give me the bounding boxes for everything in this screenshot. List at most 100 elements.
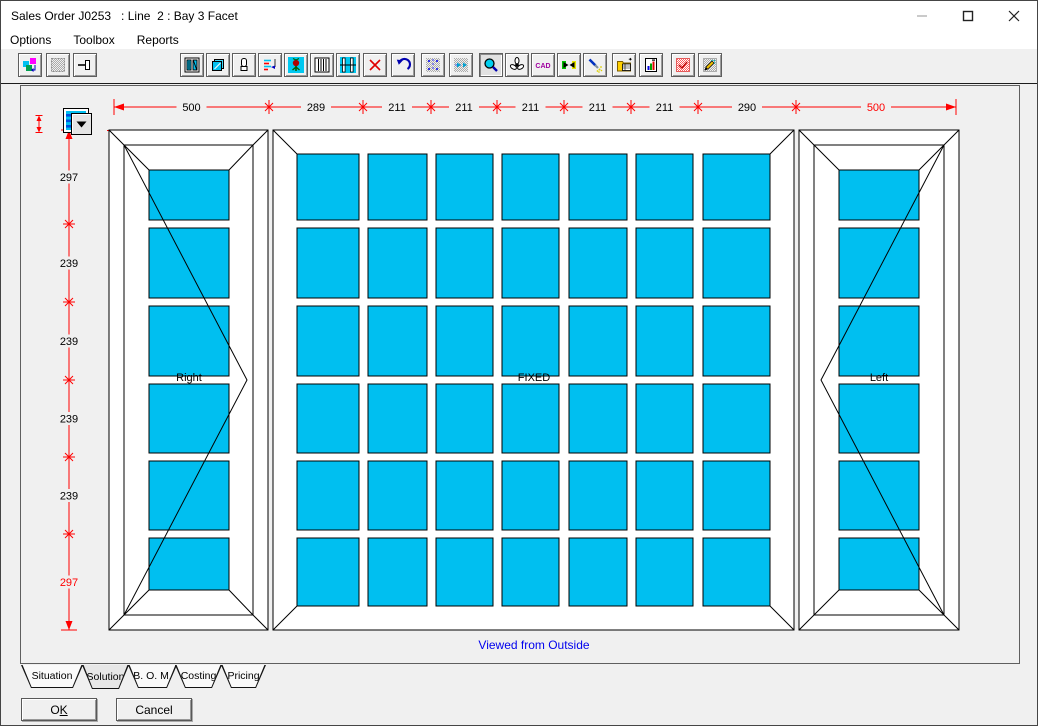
top-dimension-value[interactable]: 290 xyxy=(738,102,756,114)
glass-pane[interactable] xyxy=(297,461,359,530)
tab-bom[interactable]: B. O. M. xyxy=(128,665,177,688)
zoom-button[interactable] xyxy=(479,53,503,77)
glass-pane[interactable] xyxy=(839,306,919,376)
top-dimension-value[interactable]: 289 xyxy=(307,102,325,114)
top-dimension-value[interactable]: 211 xyxy=(388,102,406,114)
minimize-button[interactable] xyxy=(899,1,945,31)
ok-button[interactable]: OK xyxy=(21,698,97,721)
menu-reports[interactable]: Reports xyxy=(126,31,190,49)
glass-pane[interactable] xyxy=(636,384,693,453)
undo-button[interactable] xyxy=(391,53,415,77)
left-dimension-value[interactable]: 239 xyxy=(60,258,78,270)
left-dimension-value[interactable]: 239 xyxy=(60,336,78,348)
glass-pane[interactable] xyxy=(149,538,229,590)
glass-pane[interactable] xyxy=(839,170,919,220)
close-button[interactable] xyxy=(991,1,1037,31)
top-dimension-value[interactable]: 211 xyxy=(589,102,607,114)
glass-pane[interactable] xyxy=(703,384,770,453)
top-dimension-value[interactable]: 211 xyxy=(455,102,473,114)
glass-pane[interactable] xyxy=(502,538,559,606)
glass-pane[interactable] xyxy=(569,306,627,376)
glass-pane[interactable] xyxy=(436,538,493,606)
glass-pane[interactable] xyxy=(839,461,919,530)
glass-pane[interactable] xyxy=(703,538,770,606)
vertical-bars-button[interactable] xyxy=(310,53,334,77)
glass-pane[interactable] xyxy=(703,228,770,298)
rotate-fan-button[interactable] xyxy=(505,53,529,77)
fixed-panel[interactable]: FIXED xyxy=(273,130,794,630)
glass-pane[interactable] xyxy=(436,228,493,298)
glass-pane[interactable] xyxy=(502,461,559,530)
glass-pane[interactable] xyxy=(149,170,229,220)
delete-button[interactable] xyxy=(363,53,387,77)
arrange-copy-button[interactable] xyxy=(18,53,42,77)
left-casement-panel[interactable]: Right xyxy=(109,130,268,630)
glass-pane[interactable] xyxy=(703,306,770,376)
frame-style-dropdown[interactable] xyxy=(72,114,92,135)
menu-options[interactable]: Options xyxy=(1,31,62,49)
glass-pane[interactable] xyxy=(149,384,229,453)
top-dimension-value[interactable]: 211 xyxy=(656,102,674,114)
glass-pane[interactable] xyxy=(569,384,627,453)
tab-pricing[interactable]: Pricing xyxy=(221,665,266,688)
glass-pane[interactable] xyxy=(436,154,493,220)
chart-button[interactable] xyxy=(639,53,663,77)
glass-pane[interactable] xyxy=(297,154,359,220)
maximize-button[interactable] xyxy=(945,1,991,31)
glass-pane[interactable] xyxy=(297,538,359,606)
window-style-button[interactable] xyxy=(180,53,204,77)
spray-brush-button[interactable] xyxy=(583,53,607,77)
glazing-button[interactable] xyxy=(206,53,230,77)
glass-pane[interactable] xyxy=(368,154,427,220)
profile-options-button[interactable] xyxy=(258,53,282,77)
tab-solution[interactable]: Solution xyxy=(82,665,129,689)
transom-bars-button[interactable] xyxy=(336,53,360,77)
folder-form-button[interactable] xyxy=(612,53,636,77)
menu-toolbox[interactable]: Toolbox xyxy=(62,31,125,49)
glass-pane[interactable] xyxy=(636,538,693,606)
tab-costing[interactable]: Costing xyxy=(175,665,222,688)
cad-button[interactable]: CAD xyxy=(531,53,555,77)
top-dimension-value[interactable]: 211 xyxy=(522,102,540,114)
glass-pane[interactable] xyxy=(569,154,627,220)
right-casement-panel[interactable]: Left xyxy=(799,130,959,630)
tab-situation[interactable]: Situation xyxy=(21,665,83,688)
compare-arrows-button[interactable] xyxy=(557,53,581,77)
glass-pane[interactable] xyxy=(839,538,919,590)
glass-pane[interactable] xyxy=(502,154,559,220)
glass-pane[interactable] xyxy=(297,384,359,453)
glass-pane[interactable] xyxy=(149,306,229,376)
glass-pane[interactable] xyxy=(703,154,770,220)
glass-pane[interactable] xyxy=(436,384,493,453)
glass-pane[interactable] xyxy=(839,228,919,298)
glass-pane[interactable] xyxy=(636,154,693,220)
glass-pane[interactable] xyxy=(368,538,427,606)
glass-pane[interactable] xyxy=(502,384,559,453)
glass-pane[interactable] xyxy=(149,461,229,530)
top-dimension-value[interactable]: 500 xyxy=(182,102,200,114)
left-dimension-value[interactable]: 239 xyxy=(60,414,78,426)
glass-pane[interactable] xyxy=(502,306,559,376)
drawing-canvas[interactable]: 500 289 211 211 211 211 211 290 500 297 239 239 239 2… xyxy=(20,85,1020,664)
left-dimension-value[interactable]: 297 xyxy=(60,172,78,184)
glass-pane[interactable] xyxy=(636,306,693,376)
glass-pane[interactable] xyxy=(569,228,627,298)
glass-pane[interactable] xyxy=(703,461,770,530)
glass-pane[interactable] xyxy=(368,461,427,530)
garden-view-button[interactable] xyxy=(284,53,308,77)
glass-pane[interactable] xyxy=(436,461,493,530)
glass-pane[interactable] xyxy=(436,306,493,376)
top-dimension-value[interactable]: 500 xyxy=(867,102,885,114)
glass-pane[interactable] xyxy=(368,306,427,376)
attach-profile-button[interactable] xyxy=(73,53,97,77)
glass-pane[interactable] xyxy=(839,384,919,453)
glass-pane[interactable] xyxy=(502,228,559,298)
glass-pane[interactable] xyxy=(297,306,359,376)
left-dimension-value[interactable]: 297 xyxy=(60,577,78,589)
left-dimension-value[interactable]: 239 xyxy=(60,491,78,503)
glass-pane[interactable] xyxy=(368,228,427,298)
glass-pane[interactable] xyxy=(368,384,427,453)
cancel-button[interactable]: Cancel xyxy=(116,698,192,721)
glass-pane[interactable] xyxy=(297,228,359,298)
handle-button[interactable] xyxy=(232,53,256,77)
